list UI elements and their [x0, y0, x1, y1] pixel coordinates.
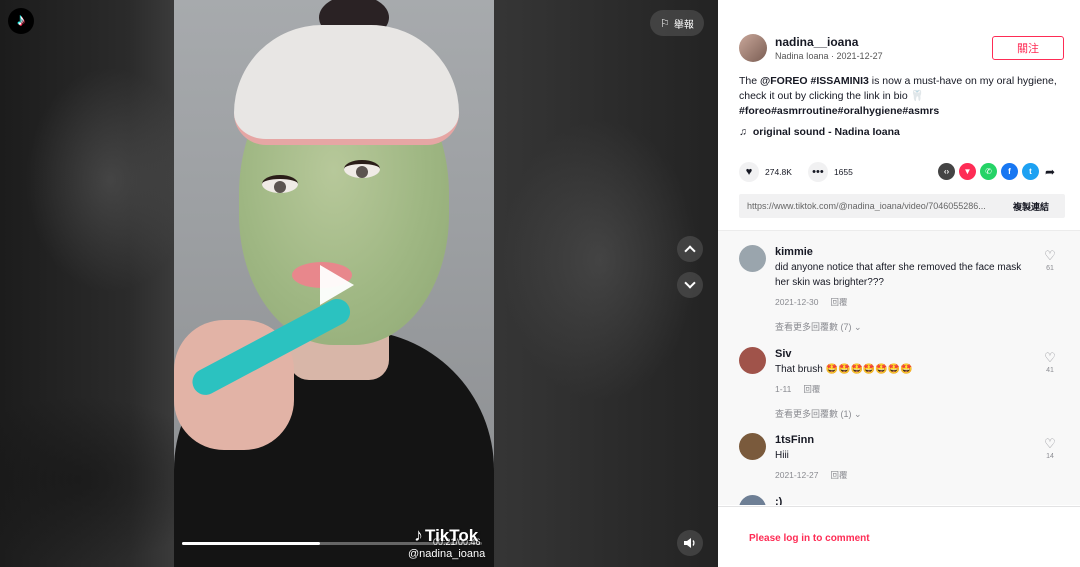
speaker-icon: [684, 538, 695, 548]
sound-label: original sound - Nadina Ioana: [752, 126, 900, 138]
whatsapp-icon[interactable]: ✆: [980, 163, 997, 180]
comment-like[interactable]: ♡ 41: [1041, 350, 1059, 375]
send-icon[interactable]: ▼: [959, 163, 976, 180]
comment-like[interactable]: ♡ 61: [1041, 248, 1059, 273]
view-more-label: 查看更多回覆數 (1): [775, 409, 852, 419]
comment-avatar[interactable]: [739, 245, 766, 272]
comment-login-bar: Please log in to comment: [718, 506, 1080, 567]
author-info[interactable]: nadina__ioana Nadina Ioana · 2021-12-27: [739, 34, 883, 62]
comment-like-count: 14: [1046, 453, 1054, 460]
video-description: The @FOREO #ISSAMINI3 is now a must-have…: [739, 74, 1059, 119]
description-prefix: The: [739, 75, 761, 87]
comment-text: Hiii: [775, 450, 789, 461]
watermark-username: @nadina_ioana: [408, 548, 486, 560]
music-note-icon: ♫: [739, 126, 747, 138]
facebook-icon[interactable]: f: [1001, 163, 1018, 180]
chevron-down-icon: ⌄: [854, 322, 862, 332]
comment-author[interactable]: kimmie: [775, 245, 1027, 259]
like-count: 274.8K: [765, 167, 792, 177]
comment-author[interactable]: 1tsFinn: [775, 433, 1027, 447]
comment-author[interactable]: :): [775, 495, 1027, 505]
copy-link-button[interactable]: 複製連結: [1013, 200, 1049, 213]
heart-outline-icon: ♡: [1044, 248, 1056, 263]
comment-date: 2021-12-27: [775, 470, 819, 480]
play-icon[interactable]: [320, 265, 354, 305]
heart-outline-icon: ♡: [1044, 350, 1056, 365]
comment-button[interactable]: •••: [807, 162, 828, 182]
flag-icon: ⚐: [660, 17, 670, 30]
author-handle[interactable]: nadina__ioana: [775, 35, 883, 49]
view-more-replies[interactable]: 查看更多回覆數 (1) ⌄: [775, 407, 1027, 420]
volume-button[interactable]: [677, 530, 703, 556]
comment-like-count: 41: [1046, 367, 1054, 374]
reply-button[interactable]: 回覆: [803, 384, 820, 394]
comment-like[interactable]: ♡ 14: [1041, 436, 1059, 461]
watermark-text: TikTok: [425, 526, 479, 545]
engagement-stats: ♥ 274.8K ••• 1655: [739, 162, 869, 182]
chevron-up-icon: [684, 245, 696, 257]
view-more-replies[interactable]: 查看更多回覆數 (7) ⌄: [775, 320, 1027, 333]
tiktok-watermark: ♪ TikTok: [414, 525, 478, 546]
comment-like-count: 61: [1046, 265, 1054, 272]
video-headband: [234, 25, 459, 145]
video-eye-left: [262, 175, 298, 193]
report-button[interactable]: ⚐ 舉報: [650, 10, 704, 36]
comment-avatar[interactable]: [739, 433, 766, 460]
embed-icon[interactable]: ‹›: [938, 163, 955, 180]
comment-count: 1655: [833, 167, 853, 177]
comment-avatar[interactable]: [739, 495, 766, 505]
view-more-label: 查看更多回覆數 (7): [775, 322, 852, 332]
share-row: ‹› ▼ ✆ f t ➦: [938, 163, 1055, 180]
sound-link[interactable]: ♫ original sound - Nadina Ioana: [739, 126, 900, 138]
login-to-comment-link[interactable]: Please log in to comment: [749, 533, 870, 544]
comment-text: did anyone notice that after she removed…: [775, 262, 1022, 288]
next-video-button[interactable]: [677, 272, 703, 298]
share-arrow-icon[interactable]: ➦: [1045, 165, 1055, 179]
author-subtitle: Nadina Ioana · 2021-12-27: [775, 50, 883, 61]
tiktok-logo[interactable]: ♪: [8, 8, 34, 34]
description-hashtags[interactable]: #foreo#asmrroutine#oralhygiene#asmrs: [739, 105, 939, 117]
video-player[interactable]: 00:21/00:46 ♪ TikTok @nadina_ioana: [174, 0, 494, 567]
follow-button[interactable]: 關注: [992, 36, 1064, 60]
heart-outline-icon: ♡: [1044, 436, 1056, 451]
watermark-note-icon: ♪: [414, 525, 423, 545]
comment-date: 1-11: [775, 384, 792, 394]
previous-video-button[interactable]: [677, 236, 703, 262]
heart-icon: ♥: [745, 166, 753, 178]
like-button[interactable]: ♥: [739, 162, 759, 182]
comment-date: 2021-12-30: [775, 297, 819, 307]
comment-author[interactable]: Siv: [775, 347, 1027, 361]
video-viewer: ♪ 00:21/00:46 ♪ TikTok @nadina_ioana ⚐ 舉報: [0, 0, 718, 567]
author-avatar[interactable]: [739, 34, 767, 62]
report-label: 舉報: [673, 19, 694, 31]
comments-list[interactable]: kimmie did anyone notice that after she …: [718, 230, 1080, 505]
copy-link-box: https://www.tiktok.com/@nadina_ioana/vid…: [739, 194, 1065, 218]
reply-button[interactable]: 回覆: [830, 470, 847, 480]
details-panel: nadina__ioana Nadina Ioana · 2021-12-27 …: [718, 0, 1080, 567]
progress-fill: [182, 542, 320, 545]
video-url[interactable]: https://www.tiktok.com/@nadina_ioana/vid…: [739, 201, 1005, 211]
chevron-down-icon: ⌄: [854, 409, 862, 419]
tiktok-note-icon: ♪: [17, 12, 25, 29]
reply-button[interactable]: 回覆: [830, 297, 847, 307]
video-eye-right: [344, 160, 380, 178]
chevron-down-icon: [684, 277, 696, 289]
twitter-icon[interactable]: t: [1022, 163, 1039, 180]
comment-icon: •••: [812, 166, 824, 178]
comment-text: That brush 🤩🤩🤩🤩🤩🤩🤩: [775, 364, 913, 375]
description-mention-link[interactable]: @FOREO #ISSAMINI3: [760, 75, 869, 87]
comment-avatar[interactable]: [739, 347, 766, 374]
